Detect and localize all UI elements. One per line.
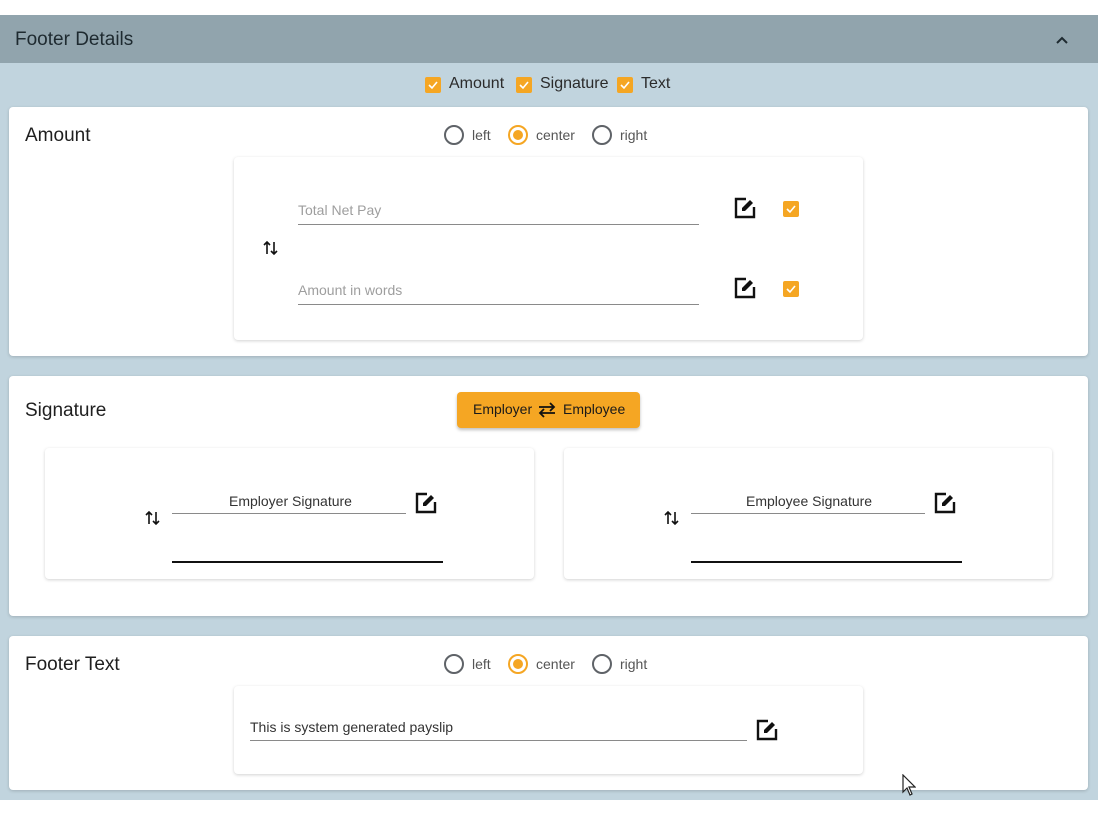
amount-fields-box: Total Net Pay Amount in words [234, 157, 863, 340]
toggle-signature-checkbox[interactable] [516, 77, 532, 93]
footer-text-box: This is system generated payslip [234, 686, 863, 774]
employee-signature-label: Employee Signature [746, 493, 873, 509]
amount-align-right-radio[interactable] [592, 125, 612, 145]
employee-signature-input[interactable] [691, 513, 925, 514]
footer-text-card: Footer Text left center right This is sy… [9, 636, 1088, 790]
amount-in-words-placeholder: Amount in words [298, 282, 403, 298]
panel-title: Footer Details [15, 29, 134, 50]
amount-align-center-radio[interactable] [508, 125, 528, 145]
total-net-pay-input[interactable] [298, 224, 699, 225]
footer-align-right-label: right [620, 656, 648, 672]
footer-align-left-label: left [472, 656, 491, 672]
footer-align-center-label: center [536, 656, 575, 672]
employer-signature-input[interactable] [172, 513, 406, 514]
employee-signature-box: Employee Signature [564, 448, 1052, 579]
swap-vertical-icon[interactable] [262, 239, 280, 262]
edit-icon[interactable] [415, 492, 437, 519]
edit-icon[interactable] [734, 197, 756, 224]
amount-in-words-input[interactable] [298, 304, 699, 305]
swap-signature-button[interactable]: Employer Employee [457, 392, 640, 428]
toggle-amount-label: Amount [449, 75, 505, 92]
panel-header[interactable]: Footer Details [0, 15, 1098, 63]
total-net-pay-checkbox[interactable] [783, 201, 799, 217]
signature-card: Signature Employer Employee Employer Sig… [9, 376, 1088, 616]
footer-text-value: This is system generated payslip [250, 719, 454, 735]
toggle-text-checkbox[interactable] [617, 77, 633, 93]
mouse-cursor-icon [902, 773, 917, 801]
amount-in-words-checkbox[interactable] [783, 281, 799, 297]
toggle-text-label: Text [641, 75, 671, 92]
swap-right-label: Employee [563, 401, 626, 417]
swap-left-label: Employer [473, 401, 533, 417]
toggle-amount-checkbox[interactable] [425, 77, 441, 93]
amount-align-center-label: center [536, 127, 575, 143]
total-net-pay-placeholder: Total Net Pay [298, 202, 382, 218]
amount-align-left-radio[interactable] [444, 125, 464, 145]
edit-icon[interactable] [734, 277, 756, 304]
swap-vertical-icon[interactable] [663, 509, 681, 532]
footer-align-center-radio[interactable] [508, 654, 528, 674]
footer-text-title: Footer Text [25, 654, 120, 675]
amount-align-left-label: left [472, 127, 491, 143]
edit-icon[interactable] [756, 719, 778, 746]
chevron-up-icon[interactable] [1050, 29, 1074, 53]
swap-vertical-icon[interactable] [144, 509, 162, 532]
swap-horizontal-icon [537, 401, 557, 422]
footer-text-input[interactable] [250, 740, 747, 741]
amount-card: Amount left center right Total Net Pay A… [9, 107, 1088, 356]
edit-icon[interactable] [934, 492, 956, 519]
employer-signature-box: Employer Signature [45, 448, 534, 579]
footer-align-right-radio[interactable] [592, 654, 612, 674]
footer-align-left-radio[interactable] [444, 654, 464, 674]
signature-title: Signature [25, 400, 107, 421]
amount-align-right-label: right [620, 127, 648, 143]
employer-signature-line [172, 561, 443, 563]
employer-signature-label: Employer Signature [229, 493, 352, 509]
employee-signature-line [691, 561, 962, 563]
toggle-signature-label: Signature [540, 75, 609, 92]
amount-title: Amount [25, 125, 91, 146]
